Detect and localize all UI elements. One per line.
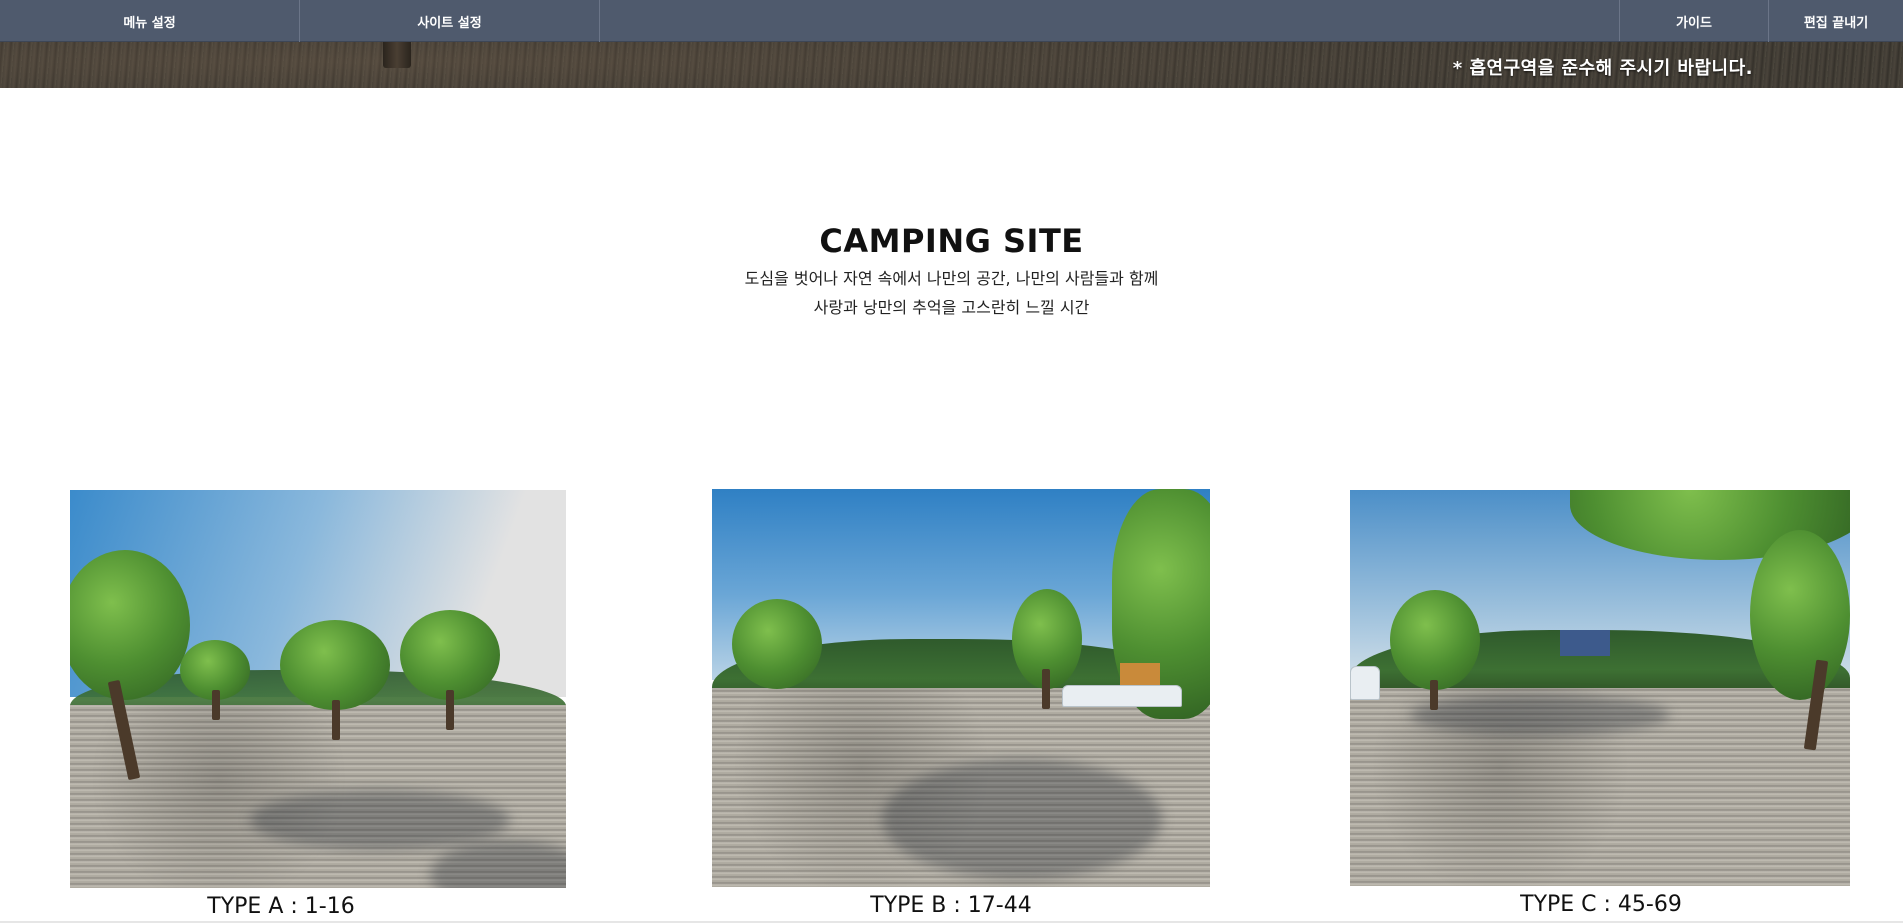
hero-notice: * 흡연구역을 준수해 주시기 바랍니다. — [1452, 58, 1753, 79]
site-card-type-c[interactable]: TYPE C : 45-69 — [1350, 490, 1850, 920]
site-photo-type-a[interactable] — [70, 490, 566, 888]
section-description-line-1: 도심을 벗어나 자연 속에서 나만의 공간, 나만의 사람들과 함께 — [744, 269, 1159, 288]
menu-settings-button[interactable]: 메뉴 설정 — [0, 0, 300, 42]
site-label-type-c: TYPE C : 45-69 — [1520, 892, 1682, 917]
camping-site-heading: CAMPING SITE 도심을 벗어나 자연 속에서 나만의 공간, 나만의 … — [0, 218, 1903, 322]
finish-editing-button[interactable]: 편집 끝내기 — [1769, 0, 1903, 42]
site-photo-type-b[interactable] — [712, 489, 1210, 887]
site-photo-type-c[interactable] — [1350, 490, 1850, 886]
site-label-type-a: TYPE A : 1-16 — [207, 894, 355, 919]
site-card-type-b[interactable]: TYPE B : 17-44 — [712, 489, 1212, 921]
site-label-type-b: TYPE B : 17-44 — [870, 893, 1032, 918]
toolbar-spacer — [600, 0, 1620, 41]
section-description-line-2: 사랑과 낭만의 추억을 고스란히 느낄 시간 — [813, 298, 1090, 317]
section-title: CAMPING SITE — [819, 222, 1084, 260]
page: * 흡연구역을 준수해 주시기 바랍니다. 메뉴 설정 사이트 설정 가이드 편… — [0, 0, 1903, 923]
site-card-type-a[interactable]: TYPE A : 1-16 — [70, 490, 570, 922]
guide-button[interactable]: 가이드 — [1620, 0, 1769, 42]
site-settings-button[interactable]: 사이트 설정 — [300, 0, 600, 42]
admin-toolbar: 메뉴 설정 사이트 설정 가이드 편집 끝내기 — [0, 0, 1903, 42]
tree-trunk-image — [383, 38, 411, 68]
